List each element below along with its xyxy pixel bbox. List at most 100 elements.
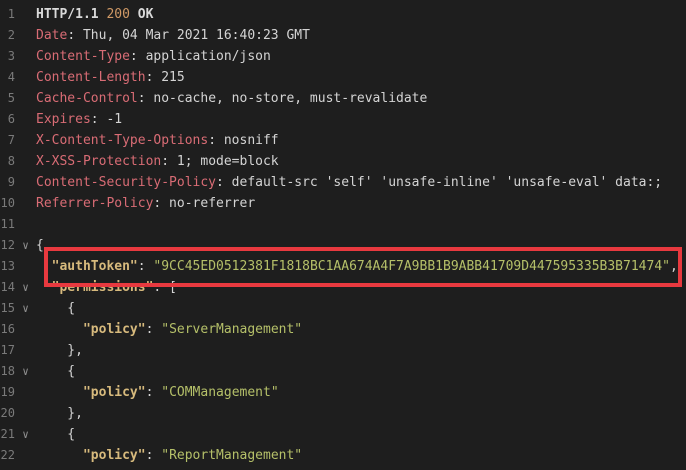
- token-key: "policy": [83, 322, 146, 337]
- line-number: 21: [0, 424, 15, 445]
- token-plain: : no-cache, no-store, must-revalidate: [138, 91, 428, 106]
- fold-chevron-icon[interactable]: ∨: [15, 361, 36, 382]
- line-number: 13: [0, 256, 15, 277]
- line-number: 17: [0, 340, 15, 361]
- token-plain: : nosniff: [208, 133, 278, 148]
- token-plain: : [: [153, 280, 176, 295]
- token-status: 200: [106, 7, 129, 22]
- fold-spacer: [15, 67, 36, 88]
- token-plain: {: [36, 301, 75, 316]
- code-line: 14∨ "permissions": [: [0, 277, 686, 298]
- code-text: "policy": "ServerManagement": [36, 319, 302, 340]
- token-header: Cache-Control: [36, 91, 138, 106]
- code-line: 22 "policy": "ReportManagement": [0, 445, 686, 466]
- fold-spacer: [15, 151, 36, 172]
- line-number: 7: [0, 130, 15, 151]
- token-header: X-Content-Type-Options: [36, 133, 208, 148]
- fold-spacer: [15, 130, 36, 151]
- code-line: 19 "policy": "COMManagement": [0, 382, 686, 403]
- code-text: },: [36, 403, 83, 424]
- line-number: 3: [0, 46, 15, 67]
- code-text: Date: Thu, 04 Mar 2021 16:40:23 GMT: [36, 25, 310, 46]
- line-number: 19: [0, 382, 15, 403]
- code-line: 7 X-Content-Type-Options: nosniff: [0, 130, 686, 151]
- fold-spacer: [15, 46, 36, 67]
- token-header: X-XSS-Protection: [36, 154, 161, 169]
- fold-chevron-icon[interactable]: ∨: [15, 298, 36, 319]
- line-number: 14: [0, 277, 15, 298]
- code-text: Content-Type: application/json: [36, 46, 271, 67]
- fold-spacer: [15, 340, 36, 361]
- token-plain: : default-src 'self' 'unsafe-inline' 'un…: [216, 175, 662, 190]
- code-text: {: [36, 361, 75, 382]
- token-plain: : application/json: [130, 49, 271, 64]
- code-line: 20 },: [0, 403, 686, 424]
- code-line: 4Content-Length: 215: [0, 67, 686, 88]
- code-line: 8 X-XSS-Protection: 1; mode=block: [0, 151, 686, 172]
- line-number: 5: [0, 88, 15, 109]
- fold-chevron-icon[interactable]: ∨: [15, 235, 36, 256]
- code-line: 2 Date: Thu, 04 Mar 2021 16:40:23 GMT: [0, 25, 686, 46]
- token-key: "authToken": [52, 259, 138, 274]
- fold-spacer: [15, 319, 36, 340]
- token-header: Referrer-Policy: [36, 196, 153, 211]
- token-plain: [36, 322, 83, 337]
- token-key: "policy": [83, 385, 146, 400]
- fold-spacer: [15, 172, 36, 193]
- token-plain: :: [146, 322, 162, 337]
- line-number: 2: [0, 25, 15, 46]
- code-text: },: [36, 340, 83, 361]
- fold-spacer: [15, 25, 36, 46]
- token-plain: ,: [670, 259, 678, 274]
- code-text: "policy": "ReportManagement": [36, 445, 302, 466]
- token-plain: : no-referrer: [153, 196, 255, 211]
- token-plain: },: [36, 343, 83, 358]
- code-text: "permissions": [: [36, 277, 177, 298]
- fold-chevron-icon[interactable]: ∨: [15, 277, 36, 298]
- fold-spacer: [15, 382, 36, 403]
- fold-spacer: [15, 88, 36, 109]
- fold-chevron-icon[interactable]: ∨: [15, 424, 36, 445]
- code-text: "authToken": "9CC45ED0512381F1818BC1AA67…: [36, 256, 678, 277]
- fold-spacer: [15, 109, 36, 130]
- code-line: 10 Referrer-Policy: no-referrer: [0, 193, 686, 214]
- token-bold: OK: [130, 7, 153, 22]
- token-header: Expires: [36, 112, 91, 127]
- code-text: Cache-Control: no-cache, no-store, must-…: [36, 88, 427, 109]
- token-header: Content-Length: [36, 70, 146, 85]
- fold-spacer: [15, 4, 36, 25]
- code-text: X-XSS-Protection: 1; mode=block: [36, 151, 279, 172]
- code-line: 6 Expires: -1: [0, 109, 686, 130]
- code-text: X-Content-Type-Options: nosniff: [36, 130, 279, 151]
- line-number: 8: [0, 151, 15, 172]
- line-number: 20: [0, 403, 15, 424]
- token-plain: {: [36, 427, 75, 442]
- fold-spacer: [15, 445, 36, 466]
- code-text: Content-Security-Policy: default-src 'se…: [36, 172, 662, 193]
- token-header: Content-Security-Policy: [36, 175, 216, 190]
- code-line: 12∨{: [0, 235, 686, 256]
- token-plain: :: [146, 385, 162, 400]
- token-str: "ReportManagement": [161, 448, 302, 463]
- code-line: 17 },: [0, 340, 686, 361]
- code-text: Expires: -1: [36, 109, 122, 130]
- line-number: 6: [0, 109, 15, 130]
- code-text: {: [36, 298, 75, 319]
- line-number: 16: [0, 319, 15, 340]
- token-plain: [36, 385, 83, 400]
- token-key: "policy": [83, 448, 146, 463]
- code-text: {: [36, 424, 75, 445]
- token-bold: HTTP/1.1: [36, 7, 106, 22]
- token-plain: : 215: [146, 70, 185, 85]
- code-text: HTTP/1.1 200 OK: [36, 4, 153, 25]
- fold-spacer: [15, 214, 36, 235]
- token-plain: [36, 259, 52, 274]
- code-line: 1HTTP/1.1 200 OK: [0, 4, 686, 25]
- token-plain: :: [146, 448, 162, 463]
- code-line: 16 "policy": "ServerManagement": [0, 319, 686, 340]
- token-plain: : 1; mode=block: [161, 154, 278, 169]
- line-number: 10: [0, 193, 15, 214]
- code-line: 15∨ {: [0, 298, 686, 319]
- token-plain: :: [138, 259, 154, 274]
- line-number: 11: [0, 214, 15, 235]
